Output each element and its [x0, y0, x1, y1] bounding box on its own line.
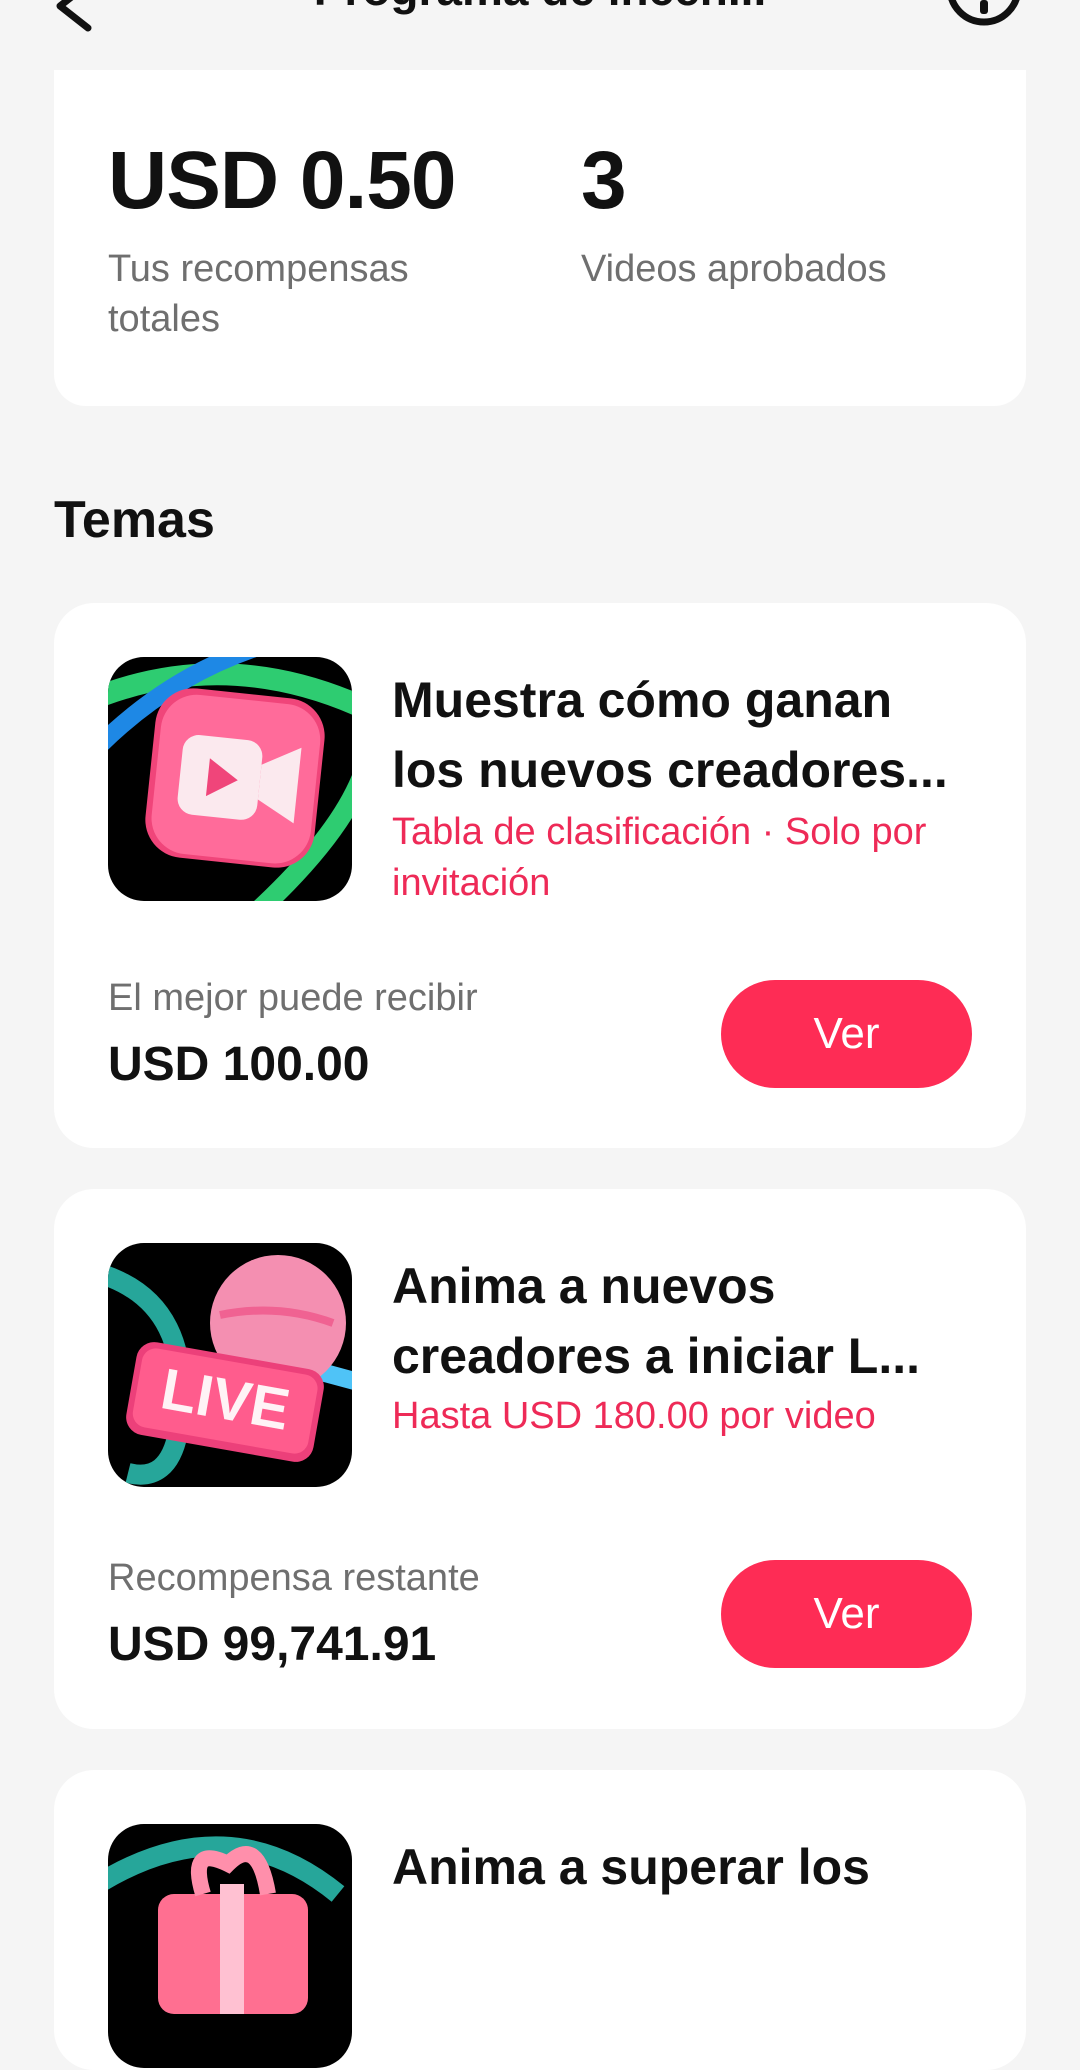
topic-card[interactable]: Muestra cómo ganan los nuevos creadores.… [54, 603, 1026, 1148]
total-rewards-label: Tus recompensas totales [108, 248, 409, 340]
video-camera-icon [108, 657, 352, 901]
reward-label: El mejor puede recibir [108, 977, 478, 1019]
view-button[interactable]: Ver [721, 980, 972, 1088]
total-rewards-stat: USD 0.50 Tus recompensas totales [108, 140, 508, 344]
gift-icon [108, 1824, 352, 2068]
rewards-summary-card: USD 0.50 Tus recompensas totales 3 Video… [54, 70, 1026, 406]
reward-label: Recompensa restante [108, 1557, 480, 1599]
approved-videos-stat: 3 Videos aprobados [581, 140, 1001, 294]
approved-videos-label: Videos aprobados [581, 248, 887, 290]
topic-subtitle: Hasta USD 180.00 por video [392, 1395, 876, 1437]
approved-videos-value: 3 [581, 135, 627, 226]
view-button[interactable]: Ver [721, 1560, 972, 1668]
topic-card[interactable]: Anima a superar los [54, 1770, 1026, 2070]
topic-title: Anima a superar los [392, 1839, 870, 1895]
section-title: Temas [54, 491, 215, 549]
info-icon [948, 0, 1020, 26]
back-button[interactable] [48, 0, 108, 40]
topic-subtitle: Tabla de clasificación · Solo por invita… [392, 811, 927, 904]
live-badge-icon: LIVE [108, 1243, 352, 1487]
topic-card[interactable]: LIVE Anima a nuevos creadores a iniciar … [54, 1189, 1026, 1729]
top-bar: Programa de incen... [0, 0, 1080, 70]
page-title: Programa de incen... [190, 0, 890, 16]
topic-title: Muestra cómo ganan los nuevos creadores.… [392, 672, 948, 798]
reward-value: USD 100.00 [108, 1038, 370, 1091]
info-button[interactable] [944, 0, 1024, 40]
total-rewards-value: USD 0.50 [108, 135, 457, 226]
reward-value: USD 99,741.91 [108, 1618, 437, 1671]
topic-title: Anima a nuevos creadores a iniciar L... [392, 1258, 921, 1384]
back-arrow-icon [56, 0, 92, 32]
